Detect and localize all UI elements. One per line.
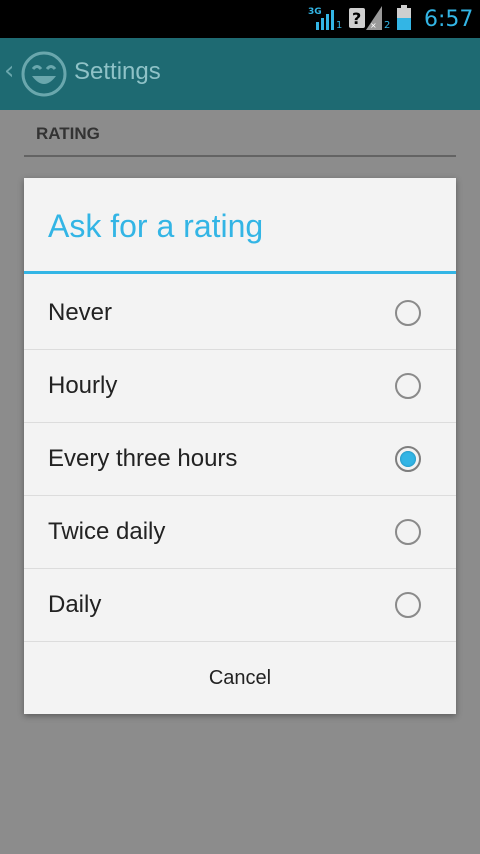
option-label: Hourly [48, 372, 118, 399]
section-header-rating: RATING [24, 124, 456, 157]
options-list: Never Hourly Every three hours Twice dai… [24, 277, 456, 642]
no-sim-signal-icon: ? × [348, 0, 382, 38]
option-daily[interactable]: Daily [24, 569, 456, 642]
dialog-title: Ask for a rating [24, 178, 456, 274]
smiley-face-icon[interactable] [20, 50, 68, 98]
radio-button[interactable] [395, 300, 421, 326]
option-label: Daily [48, 591, 102, 618]
sim2-label: 2 [384, 20, 391, 31]
option-twice-daily[interactable]: Twice daily [24, 496, 456, 569]
option-label: Never [48, 299, 113, 326]
rating-frequency-dialog: Ask for a rating Never Hourly Every thre… [24, 178, 456, 714]
network-signal-icon: 3G [308, 0, 344, 38]
clock: 6:57 [424, 6, 474, 32]
battery-icon [396, 0, 414, 38]
svg-text:?: ? [352, 9, 361, 28]
option-never[interactable]: Never [24, 277, 456, 350]
radio-button[interactable] [395, 592, 421, 618]
radio-button[interactable] [395, 519, 421, 545]
radio-button[interactable] [395, 373, 421, 399]
action-bar: ‹ Settings [0, 38, 480, 110]
page-title: Settings [74, 58, 161, 85]
sim1-label: 1 [336, 20, 343, 31]
radio-button-checked[interactable] [395, 446, 421, 472]
chevron-left-icon[interactable]: ‹ [4, 58, 14, 84]
option-label: Every three hours [48, 445, 238, 472]
svg-text:×: × [370, 21, 377, 30]
option-hourly[interactable]: Hourly [24, 350, 456, 423]
status-bar: 3G 1 ? × 2 6:57 [0, 0, 480, 38]
cancel-button[interactable]: Cancel [24, 642, 456, 714]
option-label: Twice daily [48, 518, 166, 545]
option-every-three-hours[interactable]: Every three hours [24, 423, 456, 496]
svg-text:3G: 3G [308, 7, 322, 17]
